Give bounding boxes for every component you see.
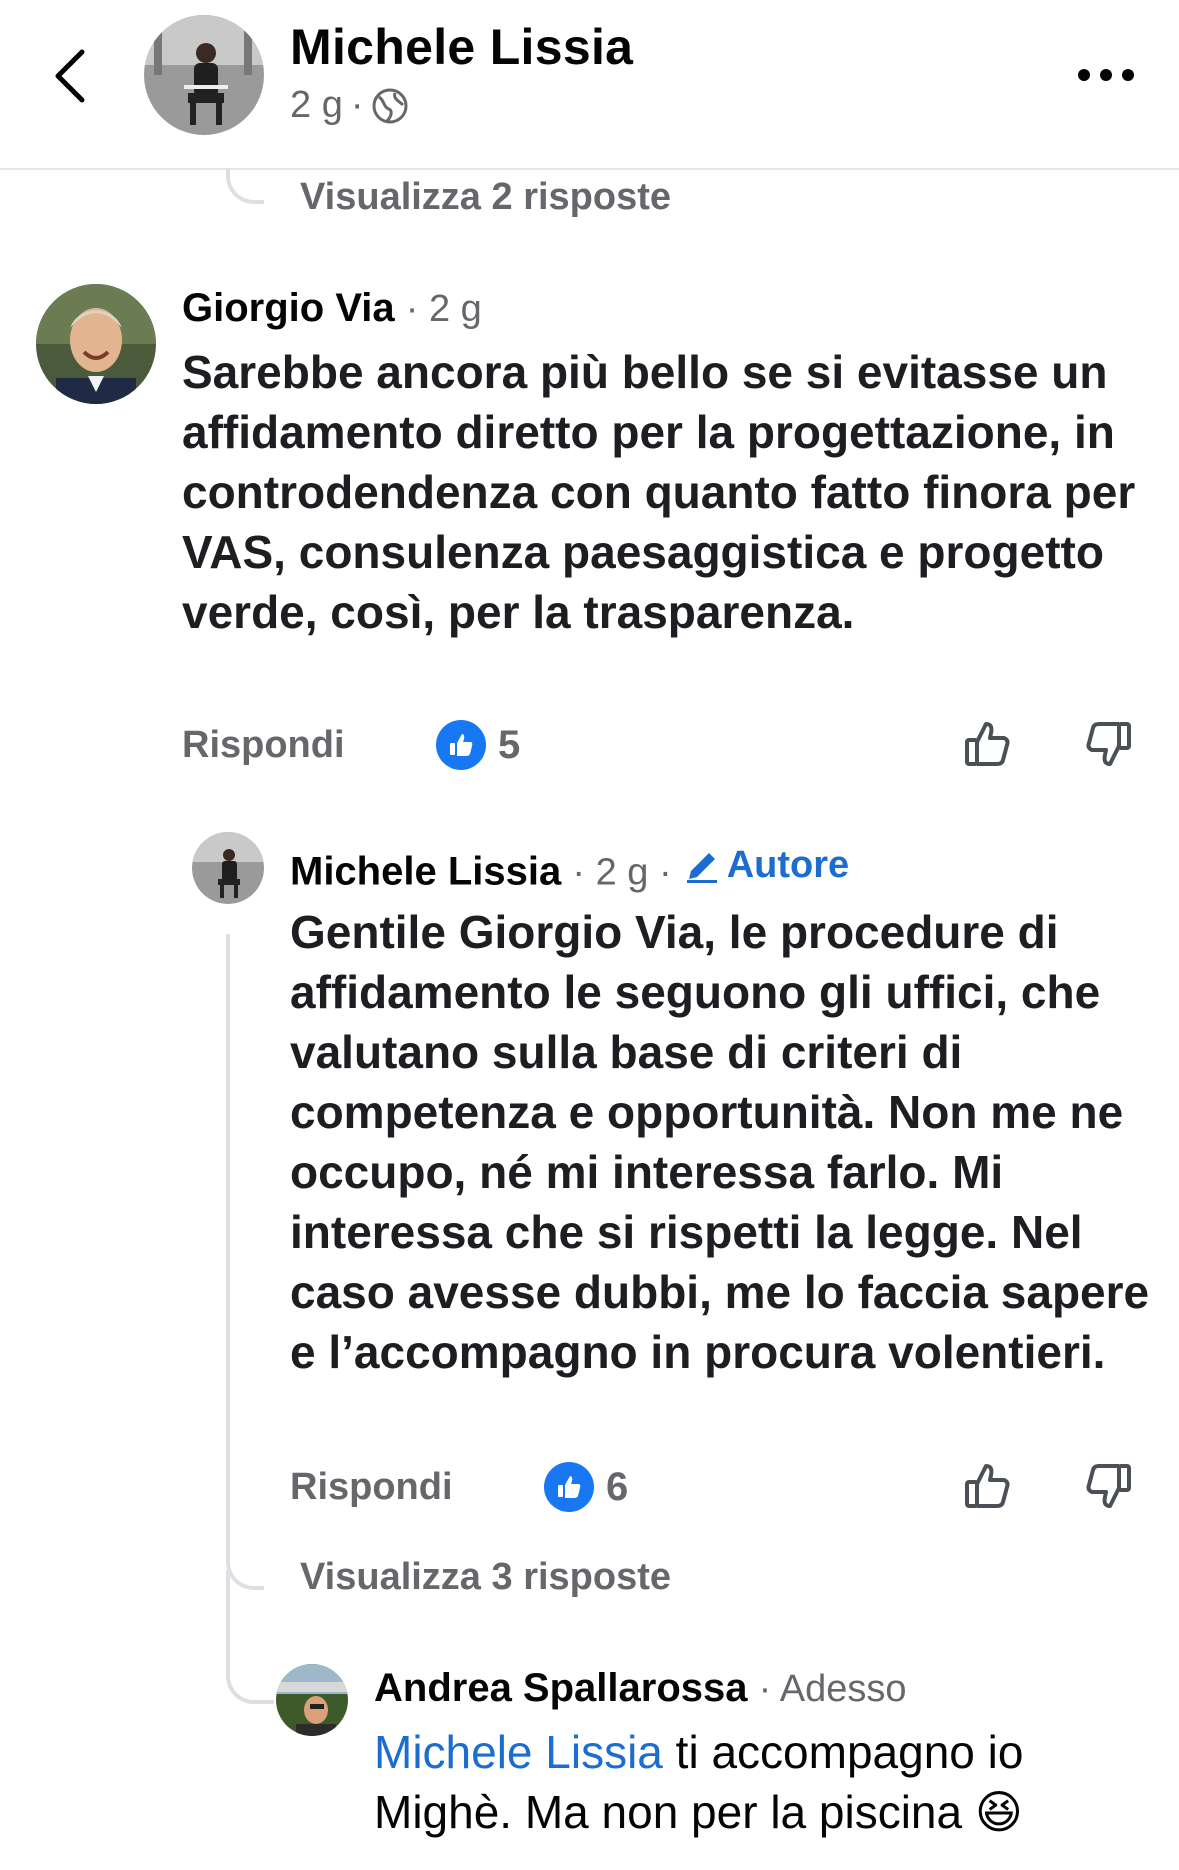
header-author-name[interactable]: Michele Lissia [290, 18, 633, 76]
pencil-icon [686, 852, 717, 883]
comment-text-container: Michele Lissia ti accompagno io Mighè. M… [374, 1722, 1164, 1842]
comment-text: Gentile Giorgio Via, le procedure di aff… [290, 906, 1150, 1378]
thread-connector [226, 1530, 264, 1590]
author-avatar[interactable] [144, 15, 264, 135]
reply-button[interactable]: Rispondi [182, 724, 345, 767]
comment-author[interactable]: Giorgio Via · 2 g [182, 286, 482, 331]
comment-author[interactable]: Michele Lissia · 2 g · Autore [290, 844, 849, 895]
like-reaction-icon [544, 1462, 594, 1512]
reply-button[interactable]: Rispondi [290, 1466, 453, 1509]
thread-line [226, 1570, 230, 1610]
commenter-avatar[interactable] [192, 832, 264, 904]
back-arrow-icon [55, 49, 85, 103]
comment-author-name[interactable]: Michele Lissia [290, 850, 561, 894]
grinning-emoji: 😆 [974, 1786, 1023, 1838]
downvote-button[interactable] [1082, 718, 1134, 770]
thread-line [226, 934, 230, 1534]
commenter-avatar[interactable] [276, 1664, 348, 1736]
downvote-button[interactable] [1082, 1460, 1134, 1512]
like-reaction-icon [436, 720, 486, 770]
thumbs-up-icon [965, 722, 1010, 766]
reaction-summary[interactable]: 6 [544, 1462, 628, 1512]
reaction-summary[interactable]: 5 [436, 720, 520, 770]
post-header: Michele Lissia 2 g · [0, 0, 1179, 170]
view-replies-link[interactable]: Visualizza 2 risposte [300, 176, 671, 219]
commenter-avatar[interactable] [36, 284, 156, 404]
user-mention[interactable]: Michele Lissia [374, 1726, 663, 1778]
comment-time: · Adesso [758, 1668, 907, 1710]
author-badge: Autore [683, 844, 849, 887]
comment-author-name[interactable]: Andrea Spallarossa [374, 1666, 748, 1710]
thumbs-down-icon [1086, 1464, 1131, 1508]
globe-icon [372, 88, 408, 123]
meta-separator: · [350, 84, 364, 126]
more-icon [1078, 69, 1134, 81]
header-meta: 2 g · [290, 84, 409, 127]
post-time: 2 g [290, 84, 343, 126]
back-button[interactable] [48, 44, 100, 108]
thread-connector [226, 168, 264, 204]
view-replies-link[interactable]: Visualizza 3 risposte [300, 1556, 671, 1599]
thumbs-down-icon [1086, 722, 1131, 766]
author-badge-label: Autore [726, 844, 850, 886]
upvote-button[interactable] [962, 718, 1014, 770]
comment-time: · 2 g · [572, 851, 672, 894]
comment-author[interactable]: Andrea Spallarossa · Adesso [374, 1666, 907, 1711]
comment-time: · 2 g [405, 288, 482, 330]
more-options-button[interactable] [1076, 66, 1136, 84]
comment-text: Sarebbe ancora più bello se si evitasse … [182, 346, 1136, 638]
upvote-button[interactable] [962, 1460, 1014, 1512]
reaction-count: 6 [606, 1464, 629, 1509]
reaction-count: 5 [498, 722, 521, 767]
comment-author-name[interactable]: Giorgio Via [182, 286, 395, 330]
thread-connector [226, 1608, 274, 1704]
thumbs-up-icon [965, 1464, 1010, 1508]
